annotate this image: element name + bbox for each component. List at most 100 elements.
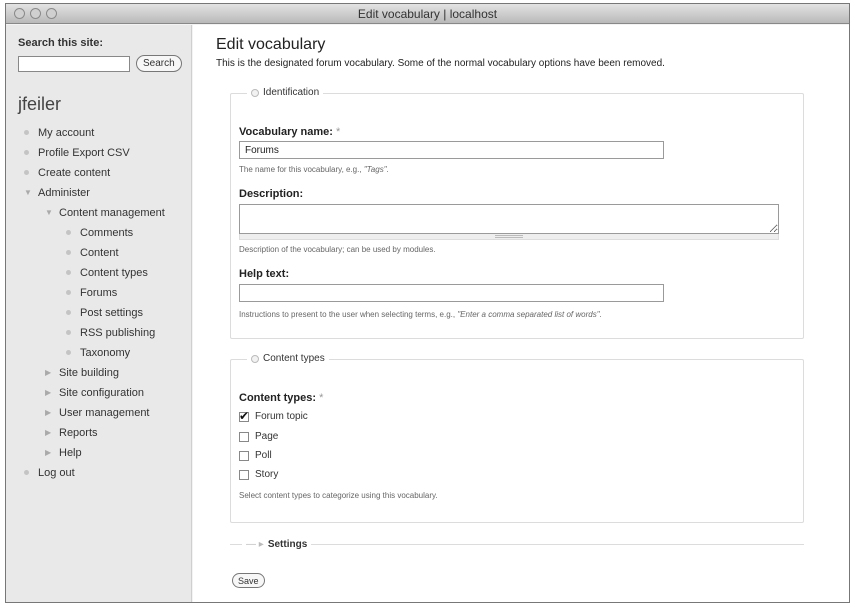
settings-fieldset-collapsed: — ▸ Settings — [230, 539, 804, 551]
bullet-icon — [66, 330, 71, 335]
vocabulary-name-field[interactable] — [239, 141, 664, 159]
menu-item-comments[interactable]: Comments — [18, 223, 191, 243]
search-input[interactable] — [18, 55, 130, 72]
content-type-option-forum-topic[interactable]: Forum topic — [239, 409, 308, 423]
bullet-icon — [24, 130, 29, 135]
minimize-window-icon[interactable] — [30, 8, 41, 19]
option-label: Forum topic — [255, 411, 308, 422]
bullet-icon — [66, 230, 71, 235]
sidebar: Search this site: Search jfeiler My acco… — [6, 25, 192, 602]
menu-item-my-account[interactable]: My account — [18, 123, 191, 143]
main-content: Edit vocabulary This is the designated f… — [193, 25, 849, 602]
menu-item-profile-export-csv[interactable]: Profile Export CSV — [18, 143, 191, 163]
content-type-option-page[interactable]: Page — [239, 431, 278, 442]
bullet-icon — [66, 290, 71, 295]
save-button[interactable]: Save — [232, 573, 265, 588]
help-text: The name for this vocabulary, e.g., — [239, 165, 364, 174]
window-title: Edit vocabulary | localhost — [357, 7, 498, 21]
username-heading: jfeiler — [18, 94, 62, 114]
menu-item-label: Profile Export CSV — [38, 147, 130, 159]
option-label: Poll — [255, 450, 272, 461]
window-titlebar: Edit vocabulary | localhost — [6, 4, 849, 24]
browser-window: Edit vocabulary | localhost Search this … — [5, 3, 850, 603]
menu-item-rss-publishing[interactable]: RSS publishing — [18, 323, 191, 343]
content-types-legend[interactable]: Content types — [247, 353, 329, 364]
collapsed-arrow-icon: ▶ — [45, 388, 52, 397]
expanded-arrow-icon: ▼ — [45, 208, 53, 217]
menu-item-user-management[interactable]: ▶ User management — [18, 403, 191, 423]
required-marker: * — [336, 126, 341, 138]
content-type-option-story[interactable]: Story — [239, 469, 278, 480]
bullet-icon — [66, 310, 71, 315]
checkbox-icon[interactable] — [239, 469, 249, 480]
menu-item-taxonomy[interactable]: Taxonomy — [18, 343, 191, 363]
menu-item-site-configuration[interactable]: ▶ Site configuration — [18, 383, 191, 403]
search-button[interactable]: Search — [136, 55, 182, 72]
label-text: Content types: — [239, 392, 316, 404]
resize-grip-handle[interactable] — [239, 234, 779, 240]
content-type-option-poll[interactable]: Poll — [239, 450, 272, 461]
menu-item-reports[interactable]: ▶ Reports — [18, 423, 191, 443]
help-text-end: . — [599, 310, 602, 319]
menu-item-label: Reports — [59, 427, 98, 439]
help-text: Instructions to present to the user when… — [239, 310, 458, 319]
menu-item-site-building[interactable]: ▶ Site building — [18, 363, 191, 383]
menu-item-forums[interactable]: Forums — [18, 283, 191, 303]
legend-label: Settings — [267, 539, 308, 550]
menu-item-help[interactable]: ▶ Help — [18, 443, 191, 463]
expanded-arrow-icon: ▼ — [24, 188, 32, 197]
description-help: Description of the vocabulary; can be us… — [239, 245, 436, 254]
menu-item-label: Help — [59, 447, 82, 459]
page-title: Edit vocabulary — [216, 36, 326, 53]
option-label: Story — [255, 469, 279, 480]
content-types-label: Content types: * — [239, 392, 323, 404]
window-controls — [14, 8, 57, 19]
menu-item-content[interactable]: Content — [18, 243, 191, 263]
help-text-field[interactable] — [239, 284, 664, 302]
vocabulary-name-label: Vocabulary name: * — [239, 126, 340, 138]
option-label: Page — [255, 431, 279, 442]
checkbox-icon[interactable] — [239, 431, 249, 442]
menu-item-label: User management — [59, 407, 150, 419]
menu-item-label: Site configuration — [59, 387, 144, 399]
search-form: Search — [18, 55, 191, 72]
description-label: Description: — [239, 188, 304, 200]
menu-item-content-management[interactable]: ▼ Content management — [18, 203, 191, 223]
menu-item-label: Create content — [38, 167, 111, 179]
menu-item-create-content[interactable]: Create content — [18, 163, 191, 183]
help-text-label: Help text: — [239, 268, 290, 280]
legend-label: Identification — [263, 87, 320, 98]
bullet-icon — [66, 350, 71, 355]
menu-item-log-out[interactable]: Log out — [18, 463, 191, 483]
collapse-toggle-icon — [251, 354, 259, 363]
menu-item-administer[interactable]: ▼ Administer — [18, 183, 191, 203]
legend-label: Content types — [263, 353, 325, 364]
help-text-end: . — [386, 165, 389, 174]
collapsed-arrow-icon: ▶ — [45, 368, 52, 377]
navigation-menu: My account Profile Export CSV Create con… — [18, 123, 191, 483]
menu-item-label: Comments — [80, 227, 134, 239]
collapsed-arrow-icon: ▶ — [45, 428, 52, 437]
menu-item-label: RSS publishing — [80, 327, 156, 339]
description-textarea[interactable] — [239, 204, 779, 234]
label-text: Vocabulary name: — [239, 126, 333, 138]
checkbox-checked-icon[interactable] — [239, 409, 249, 423]
menu-item-label: Content management — [59, 207, 165, 219]
menu-item-label: Site building — [59, 367, 119, 379]
menu-item-label: Content types — [80, 267, 148, 279]
checkbox-icon[interactable] — [239, 450, 249, 461]
menu-item-label: Content — [80, 247, 119, 259]
bullet-icon — [24, 470, 29, 475]
menu-item-label: Taxonomy — [80, 347, 131, 359]
bullet-icon — [24, 170, 29, 175]
identification-fieldset: Identification Vocabulary name: * The na… — [230, 87, 804, 339]
menu-item-content-types[interactable]: Content types — [18, 263, 191, 283]
zoom-window-icon[interactable] — [46, 8, 57, 19]
settings-legend[interactable]: — ▸ Settings — [242, 539, 312, 550]
bullet-icon — [66, 270, 71, 275]
menu-item-post-settings[interactable]: Post settings — [18, 303, 191, 323]
menu-item-label: Administer — [38, 187, 90, 199]
identification-legend[interactable]: Identification — [247, 87, 324, 98]
menu-item-label: Post settings — [80, 307, 143, 319]
close-window-icon[interactable] — [14, 8, 25, 19]
